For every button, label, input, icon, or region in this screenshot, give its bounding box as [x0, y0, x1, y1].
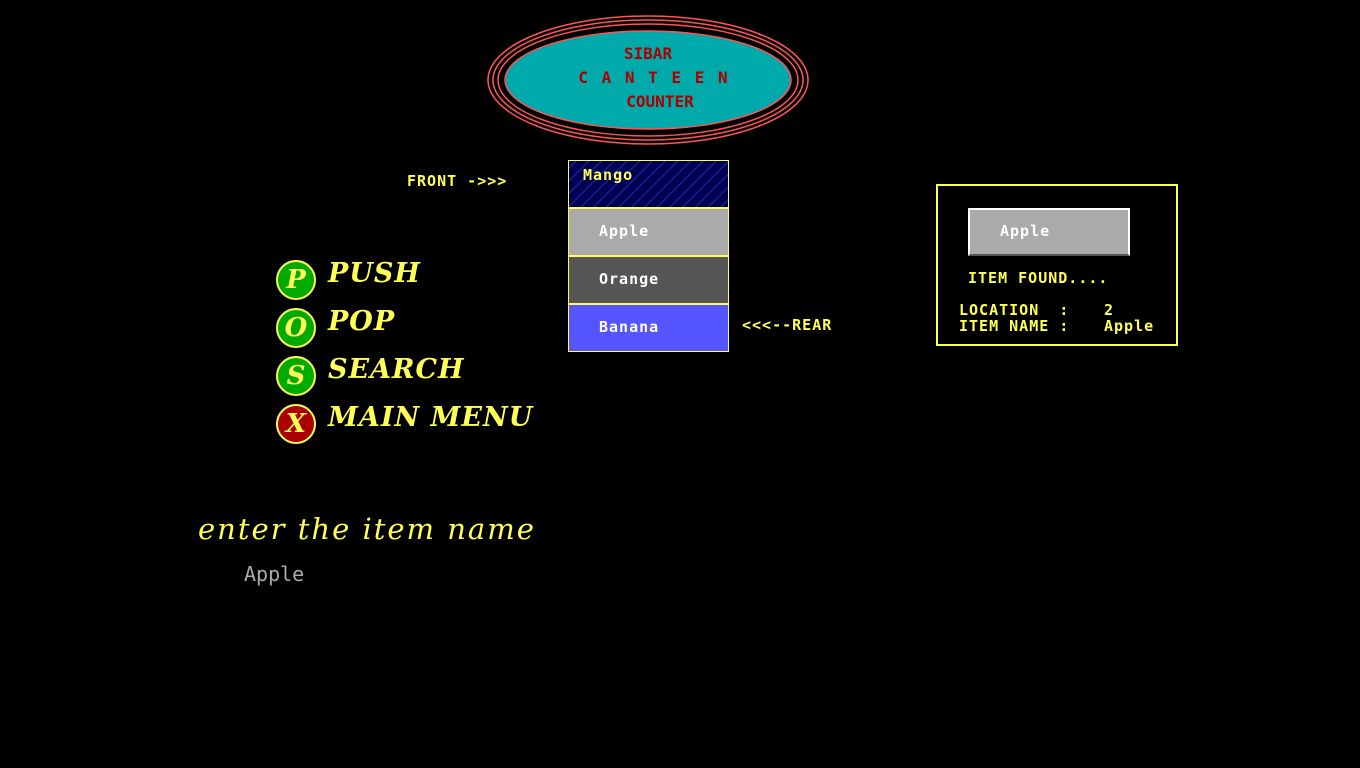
menu-option-main-menu[interactable]: X MAIN MENU: [276, 402, 536, 444]
found-item-box: Apple: [968, 208, 1130, 256]
search-key-icon: S: [276, 356, 316, 396]
menu-option-push[interactable]: P PUSH: [276, 258, 536, 300]
front-pointer: FRONT ->>>: [407, 172, 508, 190]
queue-item-label: Orange: [599, 270, 660, 288]
queue-item: Apple: [568, 208, 729, 256]
menu-label-search: SEARCH: [328, 354, 465, 385]
found-item-label: Apple: [1000, 222, 1051, 240]
title-line-3: COUNTER: [626, 92, 694, 111]
menu-option-search[interactable]: S SEARCH: [276, 354, 536, 396]
menu-label-push: PUSH: [328, 258, 421, 289]
title-line-2: C A N T E E N: [578, 68, 730, 87]
queue-item-rear: Banana: [568, 304, 729, 352]
item-name-value: Apple: [1104, 317, 1155, 335]
menu-label-pop: POP: [328, 306, 396, 337]
push-key-icon: P: [276, 260, 316, 300]
item-name-input[interactable]: Apple: [244, 562, 304, 586]
result-status: ITEM FOUND....: [968, 269, 1109, 287]
exit-key-icon: X: [276, 404, 316, 444]
menu-label-main-menu: MAIN MENU: [328, 402, 534, 433]
queue-item-front: Mango: [568, 160, 729, 208]
menu-option-pop[interactable]: O POP: [276, 306, 536, 348]
rear-pointer: <<<--REAR: [742, 316, 833, 334]
title-banner: SIBAR C A N T E E N COUNTER: [486, 14, 810, 146]
search-result-panel: Apple ITEM FOUND.... LOCATION : 2 ITEM N…: [936, 184, 1178, 346]
queue-item-label: Mango: [583, 166, 634, 184]
item-name-label: ITEM NAME :: [959, 317, 1070, 335]
pop-key-icon: O: [276, 308, 316, 348]
queue-item-label: Banana: [599, 318, 660, 336]
queue-item-label: Apple: [599, 222, 650, 240]
item-name-prompt: enter the item name: [198, 512, 536, 546]
queue-item: Orange: [568, 256, 729, 304]
title-line-1: SIBAR: [623, 44, 673, 63]
